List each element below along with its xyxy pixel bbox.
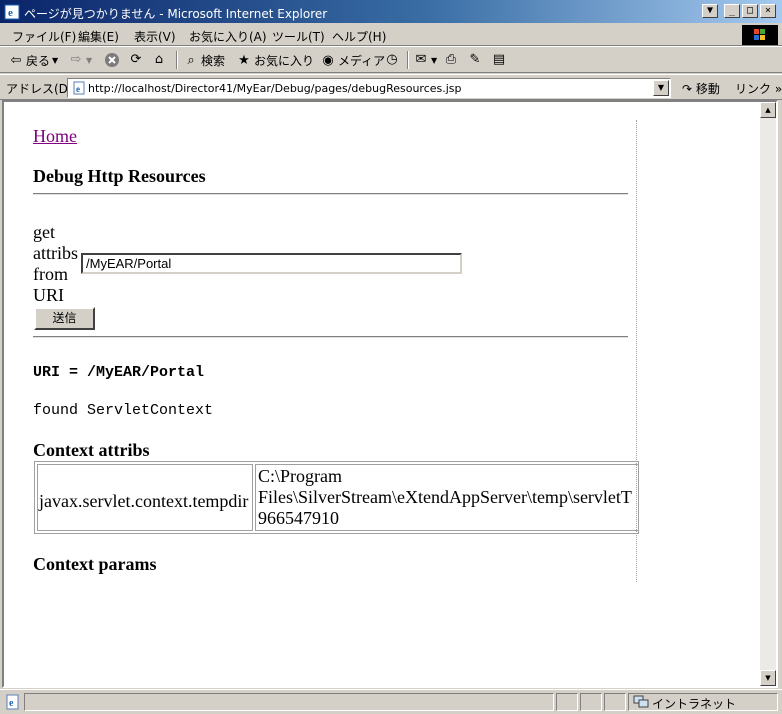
refresh-button[interactable]: ⟳ [128, 52, 144, 68]
menu-tools[interactable]: ツール(T) [272, 28, 325, 45]
edit-icon: ✎ [469, 52, 481, 67]
menu-file[interactable]: ファイル(F) [12, 28, 76, 45]
divider [33, 336, 628, 338]
status-panel [604, 693, 626, 711]
page-icon: e [73, 81, 85, 95]
discuss-button[interactable]: ▤ [491, 52, 507, 68]
home-button[interactable]: ⌂ [151, 52, 167, 68]
home-link[interactable]: Home [33, 126, 77, 147]
address-input[interactable]: e http://localhost/Director41/MyEar/Debu… [67, 78, 671, 98]
home-icon: ⌂ [154, 52, 164, 67]
attrib-value-cell: C:\Program Files\SilverStream\eXtendAppS… [255, 464, 638, 531]
forward-arrow-icon: ⇨ [70, 52, 82, 67]
maximize-button[interactable]: □ [742, 4, 758, 18]
status-text-panel [24, 693, 554, 711]
minimize-button[interactable]: _ [724, 4, 740, 18]
chevron-down-icon: ▼ [431, 55, 438, 65]
window-menu-button[interactable]: ▼ [702, 4, 718, 18]
chevron-down-icon: ▼ [86, 55, 93, 65]
scroll-down-button[interactable]: ▼ [760, 670, 776, 686]
title-bar: e ページが見つかりません - Microsoft Internet Explo… [0, 0, 782, 24]
found-result: found ServletContext [33, 402, 214, 419]
svg-text:e: e [8, 7, 13, 19]
zone-label: イントラネット [652, 697, 737, 711]
page-viewport: Home Debug Http Resources get attribs fr… [2, 100, 778, 688]
ie-app-icon: e [4, 4, 20, 20]
context-params-heading: Context params [33, 554, 157, 574]
history-icon: ◷ [386, 52, 398, 67]
close-button[interactable]: × [760, 4, 776, 18]
refresh-icon: ⟳ [130, 52, 142, 67]
address-bar: アドレス(D) e http://localhost/Director41/My… [0, 74, 782, 100]
go-button[interactable]: ↷ 移動 [682, 80, 720, 97]
menu-edit[interactable]: 編集(E) [78, 28, 119, 45]
menu-help[interactable]: ヘルプ(H) [332, 28, 386, 45]
media-icon: ◉ [322, 52, 334, 68]
stop-icon [105, 53, 119, 67]
windows-logo [742, 25, 778, 45]
scroll-up-button[interactable]: ▲ [760, 102, 776, 118]
mail-button[interactable]: ✉ ▼ [413, 52, 438, 68]
favorites-icon: ★ [238, 52, 250, 68]
address-url: http://localhost/Director41/MyEar/Debug/… [88, 82, 462, 95]
standard-toolbar: ⇦ 戻る ▼ ⇨ ▼ ⟳ ⌂ ⌕ 検索 ★ お気に入り ◉ メディア ◷ ✉ ▼… [0, 46, 782, 73]
address-dropdown-button[interactable]: ▼ [653, 80, 669, 96]
uri-form-label: get attribs from URI [33, 222, 78, 305]
history-button[interactable]: ◷ [384, 52, 400, 68]
print-button[interactable]: ⎙ [443, 52, 459, 68]
go-arrow-icon: ↷ [682, 82, 693, 96]
page-heading: Debug Http Resources [33, 166, 206, 186]
context-attribs-table: javax.servlet.context.tempdir C:\Program… [34, 461, 639, 534]
attrib-key-cell: javax.servlet.context.tempdir [37, 464, 253, 531]
chevron-down-icon: ▼ [52, 56, 59, 65]
links-button[interactable]: リンク » [735, 80, 782, 97]
menu-favorites[interactable]: お気に入り(A) [189, 28, 267, 45]
status-panel [580, 693, 602, 711]
toolbar-separator [176, 51, 178, 69]
uri-input[interactable] [81, 253, 462, 274]
divider [33, 193, 628, 195]
chevron-right-icon: » [774, 82, 782, 96]
search-button[interactable]: ⌕ 検索 [183, 52, 225, 69]
toolbar-separator [407, 51, 409, 69]
status-panel [556, 693, 578, 711]
svg-text:e: e [9, 698, 14, 709]
page-content: Home Debug Http Resources get attribs fr… [4, 102, 764, 686]
menu-bar: ファイル(F) 編集(E) 表示(V) お気に入り(A) ツール(T) ヘルプ(… [0, 24, 782, 46]
svg-text:e: e [76, 84, 80, 94]
submit-button[interactable]: 送信 [34, 307, 95, 330]
forward-button[interactable]: ⇨ ▼ [68, 52, 93, 68]
document-icon: ▤ [492, 52, 506, 67]
intranet-icon [633, 695, 649, 708]
back-arrow-icon: ⇦ [10, 52, 22, 68]
favorites-button[interactable]: ★ お気に入り [236, 52, 314, 69]
attrib-value-line: 966547910 [258, 508, 339, 528]
page-status-icon: e [6, 694, 19, 710]
attrib-value-line: C:\Program [258, 466, 342, 486]
print-icon: ⎙ [445, 52, 457, 67]
search-icon: ⌕ [187, 52, 195, 68]
address-label: アドレス(D) [6, 82, 73, 96]
uri-result: URI = /MyEAR/Portal [33, 364, 205, 381]
attrib-value-line: Files\SilverStream\eXtendAppServer\temp\… [258, 487, 632, 507]
edit-button[interactable]: ✎ [467, 52, 483, 68]
vertical-scrollbar[interactable]: ▲ ▼ [760, 102, 776, 686]
status-bar: e イントラネット [0, 689, 782, 714]
window-title: ページが見つかりません - Microsoft Internet Explore… [24, 7, 328, 21]
menu-view[interactable]: 表示(V) [134, 28, 176, 45]
back-button[interactable]: ⇦ 戻る ▼ [8, 52, 59, 69]
context-attribs-heading: Context attribs [33, 440, 150, 460]
mail-icon: ✉ [415, 52, 427, 67]
stop-button[interactable] [104, 52, 120, 68]
media-button[interactable]: ◉ メディア [320, 52, 385, 69]
